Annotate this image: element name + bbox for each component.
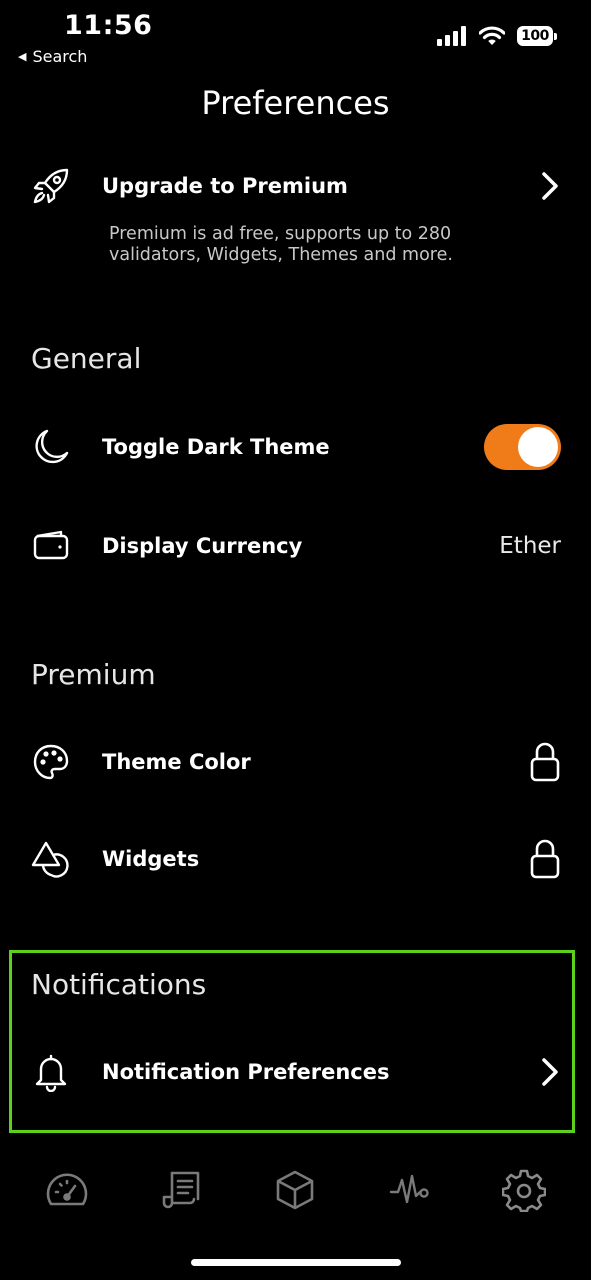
upgrade-description-line2: validators, Widgets, Themes and more.	[109, 245, 453, 265]
home-indicator	[191, 1259, 401, 1266]
tab-transactions[interactable]	[151, 1160, 211, 1220]
rocket-icon	[30, 165, 72, 207]
tab-settings[interactable]	[494, 1160, 554, 1220]
dark-theme-toggle[interactable]	[484, 424, 561, 470]
theme-color-row[interactable]: Theme Color	[30, 732, 561, 792]
status-indicators: 100	[437, 26, 557, 46]
page-title: Preferences	[201, 84, 390, 122]
signal-icon	[437, 26, 466, 46]
tab-dashboard[interactable]	[37, 1160, 97, 1220]
shapes-icon	[30, 838, 72, 880]
back-label: Search	[32, 47, 88, 66]
tab-activity[interactable]	[380, 1160, 440, 1220]
toggle-knob	[518, 427, 558, 467]
section-heading-premium: Premium	[31, 658, 156, 691]
chevron-right-icon	[542, 172, 558, 200]
tab-bar	[0, 1160, 591, 1220]
widgets-row[interactable]: Widgets	[30, 829, 561, 889]
lock-icon	[530, 839, 560, 879]
tab-blocks[interactable]	[265, 1160, 325, 1220]
back-to-search-link[interactable]: ◀ Search	[18, 47, 87, 66]
chevron-right-icon	[542, 1058, 558, 1086]
notification-preferences-row[interactable]: Notification Preferences	[30, 1042, 561, 1102]
upgrade-description-line1: Premium is ad free, supports up to 280	[109, 224, 452, 244]
lock-icon	[530, 742, 560, 782]
upgrade-description: Premium is ad free, supports up to 280 v…	[109, 224, 489, 266]
dark-theme-row: Toggle Dark Theme	[30, 417, 561, 477]
display-currency-row[interactable]: Display Currency Ether	[30, 516, 561, 576]
upgrade-premium-row[interactable]: Upgrade to Premium	[30, 156, 561, 216]
section-heading-notifications: Notifications	[31, 968, 207, 1001]
gear-icon	[501, 1169, 546, 1212]
palette-icon	[30, 741, 72, 783]
currency-value: Ether	[499, 533, 561, 559]
theme-color-label: Theme Color	[102, 750, 251, 774]
dark-theme-label: Toggle Dark Theme	[102, 435, 330, 459]
dashboard-icon	[46, 1173, 88, 1206]
activity-icon	[389, 1174, 429, 1204]
back-triangle-icon: ◀	[18, 50, 27, 63]
cube-icon	[277, 1170, 314, 1210]
section-heading-general: General	[31, 342, 142, 375]
notification-preferences-label: Notification Preferences	[102, 1060, 390, 1084]
display-currency-label: Display Currency	[102, 534, 303, 558]
moon-icon	[30, 426, 72, 468]
wifi-icon	[479, 26, 505, 45]
bell-icon	[30, 1051, 72, 1093]
battery-indicator: 100	[517, 26, 557, 46]
status-time: 11:56	[64, 10, 153, 41]
upgrade-label: Upgrade to Premium	[102, 174, 348, 198]
widgets-label: Widgets	[102, 847, 200, 871]
wallet-icon	[30, 525, 72, 567]
receipt-icon	[162, 1171, 200, 1209]
